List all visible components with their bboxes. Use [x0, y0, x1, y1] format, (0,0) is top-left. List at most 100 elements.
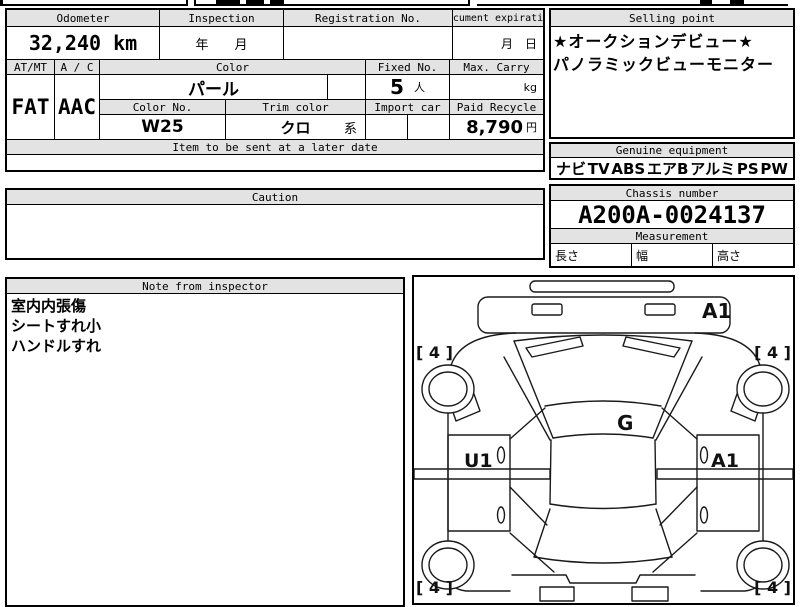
wiper-right	[622, 336, 681, 358]
selling-point-content: ★オークションデビュー★ パノラミックビューモニター	[551, 27, 793, 137]
chassis-box: Chassis number A200A-0024137 Measurement…	[549, 184, 795, 268]
chassis-value: A200A-0024137	[578, 201, 766, 228]
windshield-mid-curve	[544, 400, 662, 407]
trim-color-suffix: 系	[343, 121, 357, 137]
selling-point-box: Selling point ★オークションデビュー★ パノラミックビューモニター	[549, 8, 795, 139]
rear-window-left-edge	[533, 508, 551, 558]
car-top-view-diagram: A1 G U1 A1 [ 4 ] [ 4 ] [ 4 ] [ 4 ]	[414, 280, 793, 602]
cropped-border-seg3	[477, 4, 788, 6]
color-extra-cell	[328, 75, 366, 99]
wheel-rear-left-inner	[428, 547, 468, 583]
cropped-border-seg1	[2, 4, 186, 6]
measurement-header: Measurement	[551, 229, 793, 243]
cropped-border-stub1	[186, 0, 188, 6]
fixed-no-number: 5	[390, 75, 404, 99]
atmt-header: AT/MT	[7, 60, 55, 74]
cropped-title-remnant5	[730, 0, 744, 4]
inspection-header: Inspection	[160, 10, 284, 26]
trunk-detail-right	[631, 586, 669, 602]
trim-color-header: Trim color	[226, 100, 366, 114]
trunk-detail-left	[539, 586, 575, 602]
wiper-left	[525, 336, 584, 358]
caution-content	[7, 205, 543, 258]
tire-depth-rear-left: [ 4 ]	[416, 578, 453, 597]
max-carry-value: kg	[450, 75, 543, 99]
windshield-top-edge	[513, 334, 693, 342]
damage-label-hood: A1	[702, 299, 731, 323]
door-handle	[496, 506, 506, 524]
inspector-note-box: Note from inspector 室内内張傷 シートすれ小 ハンドルすれ	[5, 277, 405, 607]
door-handle	[699, 506, 709, 524]
doc-expiration-value: 月 日	[500, 36, 537, 51]
paid-recycle-amount: 8,790	[466, 116, 523, 138]
inspection-value: 年 月	[160, 27, 284, 59]
max-carry-unit: kg	[523, 80, 537, 94]
windshield-bottom-edge	[552, 433, 654, 439]
roof-right-edge	[654, 439, 657, 505]
paid-recycle-header: Paid Recycle	[450, 100, 543, 114]
selling-point-header: Selling point	[551, 10, 793, 26]
fixed-no-unit: 人	[413, 81, 425, 94]
note-line: 室内内張傷	[11, 297, 87, 315]
cropped-row-remnant	[0, 0, 800, 7]
equipment-item: ABS	[611, 159, 646, 178]
selling-point-line: パノラミックビューモニター	[553, 55, 775, 74]
fixed-no-header: Fixed No.	[366, 60, 450, 74]
color-no-header: Color No.	[100, 100, 226, 114]
import-car-cell-2	[408, 115, 450, 139]
paid-recycle-unit: 円	[526, 121, 537, 134]
equipment-item: ナビ	[556, 160, 587, 178]
trim-color-value: クロ 系	[226, 115, 366, 139]
ac-value: AAC	[55, 75, 100, 139]
later-date-item-header: Item to be sent at a later date	[7, 140, 543, 154]
a-pillar-right	[655, 356, 703, 441]
door-handle	[496, 446, 506, 464]
equipment-header: Genuine equipment	[551, 144, 793, 157]
a-pillar-left	[503, 356, 551, 441]
damage-diagram-box: A1 G U1 A1 [ 4 ] [ 4 ] [ 4 ] [ 4 ]	[412, 275, 795, 605]
pillar-line	[509, 532, 555, 573]
windshield-left-edge	[513, 340, 554, 439]
damage-label-glass: G	[617, 411, 633, 435]
pillar-line	[509, 486, 548, 526]
atmt-value: FAT	[7, 75, 55, 139]
tire-depth-rear-right: [ 4 ]	[754, 578, 791, 597]
odometer-header: Odometer	[7, 10, 160, 26]
inspector-note-content: 室内内張傷 シートすれ小 ハンドルすれ	[7, 294, 403, 605]
trim-color-name: クロ	[280, 118, 311, 137]
equipment-item: エアB	[647, 160, 689, 178]
tire-depth-front-left: [ 4 ]	[416, 343, 453, 362]
max-carry-header: Max. Carry	[450, 60, 543, 74]
registration-header: Registration No.	[284, 10, 453, 26]
equipment-item: PS	[736, 159, 759, 178]
measurement-height: 高さ	[717, 248, 742, 263]
front-bumper	[529, 280, 675, 293]
spec-table: Odometer Inspection Registration No. Doc…	[5, 8, 545, 172]
damage-label-right-door: A1	[711, 450, 739, 472]
inspector-note-header: Note from inspector	[7, 279, 403, 293]
chassis-header: Chassis number	[551, 186, 793, 200]
color-header: Color	[100, 60, 366, 74]
door-handle	[699, 446, 709, 464]
rear-window-right-edge	[655, 508, 673, 558]
pillar-line	[659, 486, 698, 526]
measurement-length: 長さ	[551, 244, 632, 266]
fixed-no-value: 5 人	[366, 75, 450, 99]
hood-panel	[477, 296, 731, 334]
cropped-title-remnant4	[700, 0, 712, 4]
equipment-items: ナビ TV ABS エアB アルミ PS PW	[551, 158, 793, 179]
color-no-value: W25	[100, 115, 226, 139]
rear-window-bottom-edge	[533, 556, 673, 564]
equipment-item: アルミ	[690, 160, 736, 178]
ac-header: A / C	[55, 60, 100, 74]
tire-depth-front-right: [ 4 ]	[754, 343, 791, 362]
equipment-box: Genuine equipment ナビ TV ABS エアB アルミ PS P…	[549, 142, 795, 180]
trunk-edge	[511, 574, 696, 584]
wheel-rear-right-inner	[743, 547, 783, 583]
hood-vent-left	[531, 303, 563, 316]
damage-label-left-door: U1	[464, 450, 493, 472]
import-car-header: Import car	[366, 100, 450, 114]
doc-expiration-header: Document expiration	[453, 10, 543, 26]
wheel-front-right-inner	[743, 371, 783, 407]
hood-vent-right	[644, 303, 676, 316]
